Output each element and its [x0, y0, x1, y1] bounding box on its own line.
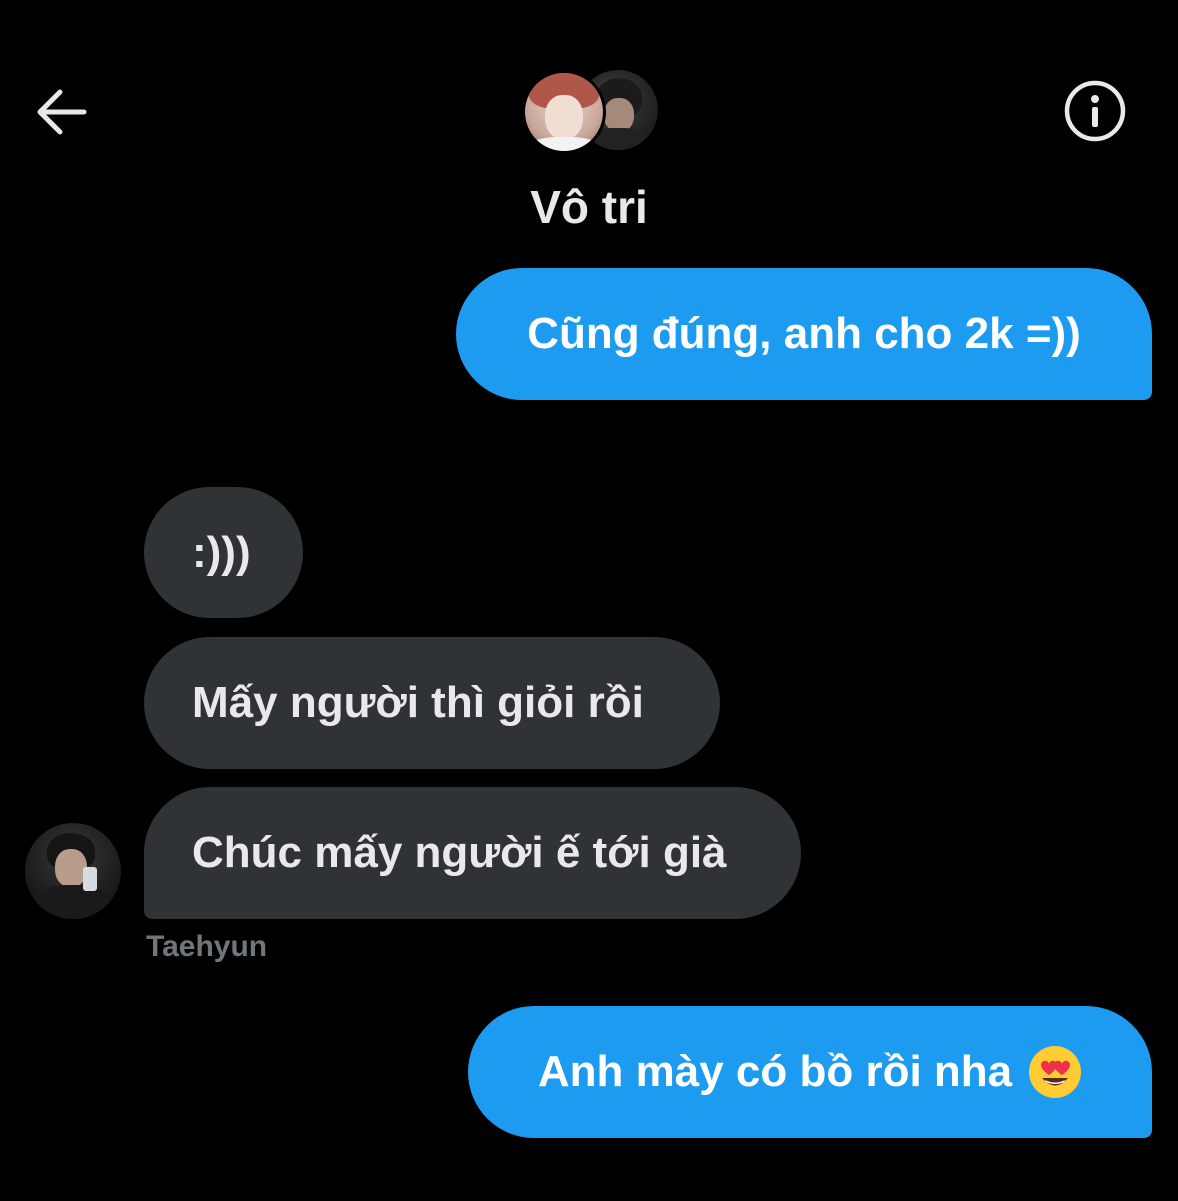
message-text: Chúc mấy người ế tới già	[192, 828, 727, 877]
sender-name: Taehyun	[146, 930, 268, 963]
conversation-info-button[interactable]	[1062, 78, 1128, 144]
received-message-bubble[interactable]: :)))	[144, 487, 303, 618]
message-text: Cũng đúng, anh cho 2k =))	[527, 309, 1081, 358]
conversation-title: Vô tri	[530, 181, 648, 233]
message-text: Anh mày có bồ rồi nha	[537, 1047, 1013, 1096]
info-icon	[1064, 80, 1126, 142]
sender-avatar[interactable]	[25, 823, 121, 919]
back-button[interactable]	[30, 80, 94, 144]
participant-avatar	[522, 70, 606, 154]
arrow-left-icon	[37, 89, 87, 135]
received-message-bubble[interactable]: Mấy người thì giỏi rồi	[144, 637, 720, 769]
message-text: :)))	[192, 527, 251, 577]
sent-message-bubble[interactable]: Cũng đúng, anh cho 2k =))	[456, 268, 1152, 400]
heart-eyes-emoji-icon	[1029, 1046, 1082, 1098]
group-avatar[interactable]	[520, 70, 660, 154]
received-message-bubble[interactable]: Chúc mấy người ế tới già	[144, 787, 801, 919]
sent-message-bubble[interactable]: Anh mày có bồ rồi nha	[468, 1006, 1152, 1138]
message-text: Mấy người thì giỏi rồi	[192, 678, 644, 727]
